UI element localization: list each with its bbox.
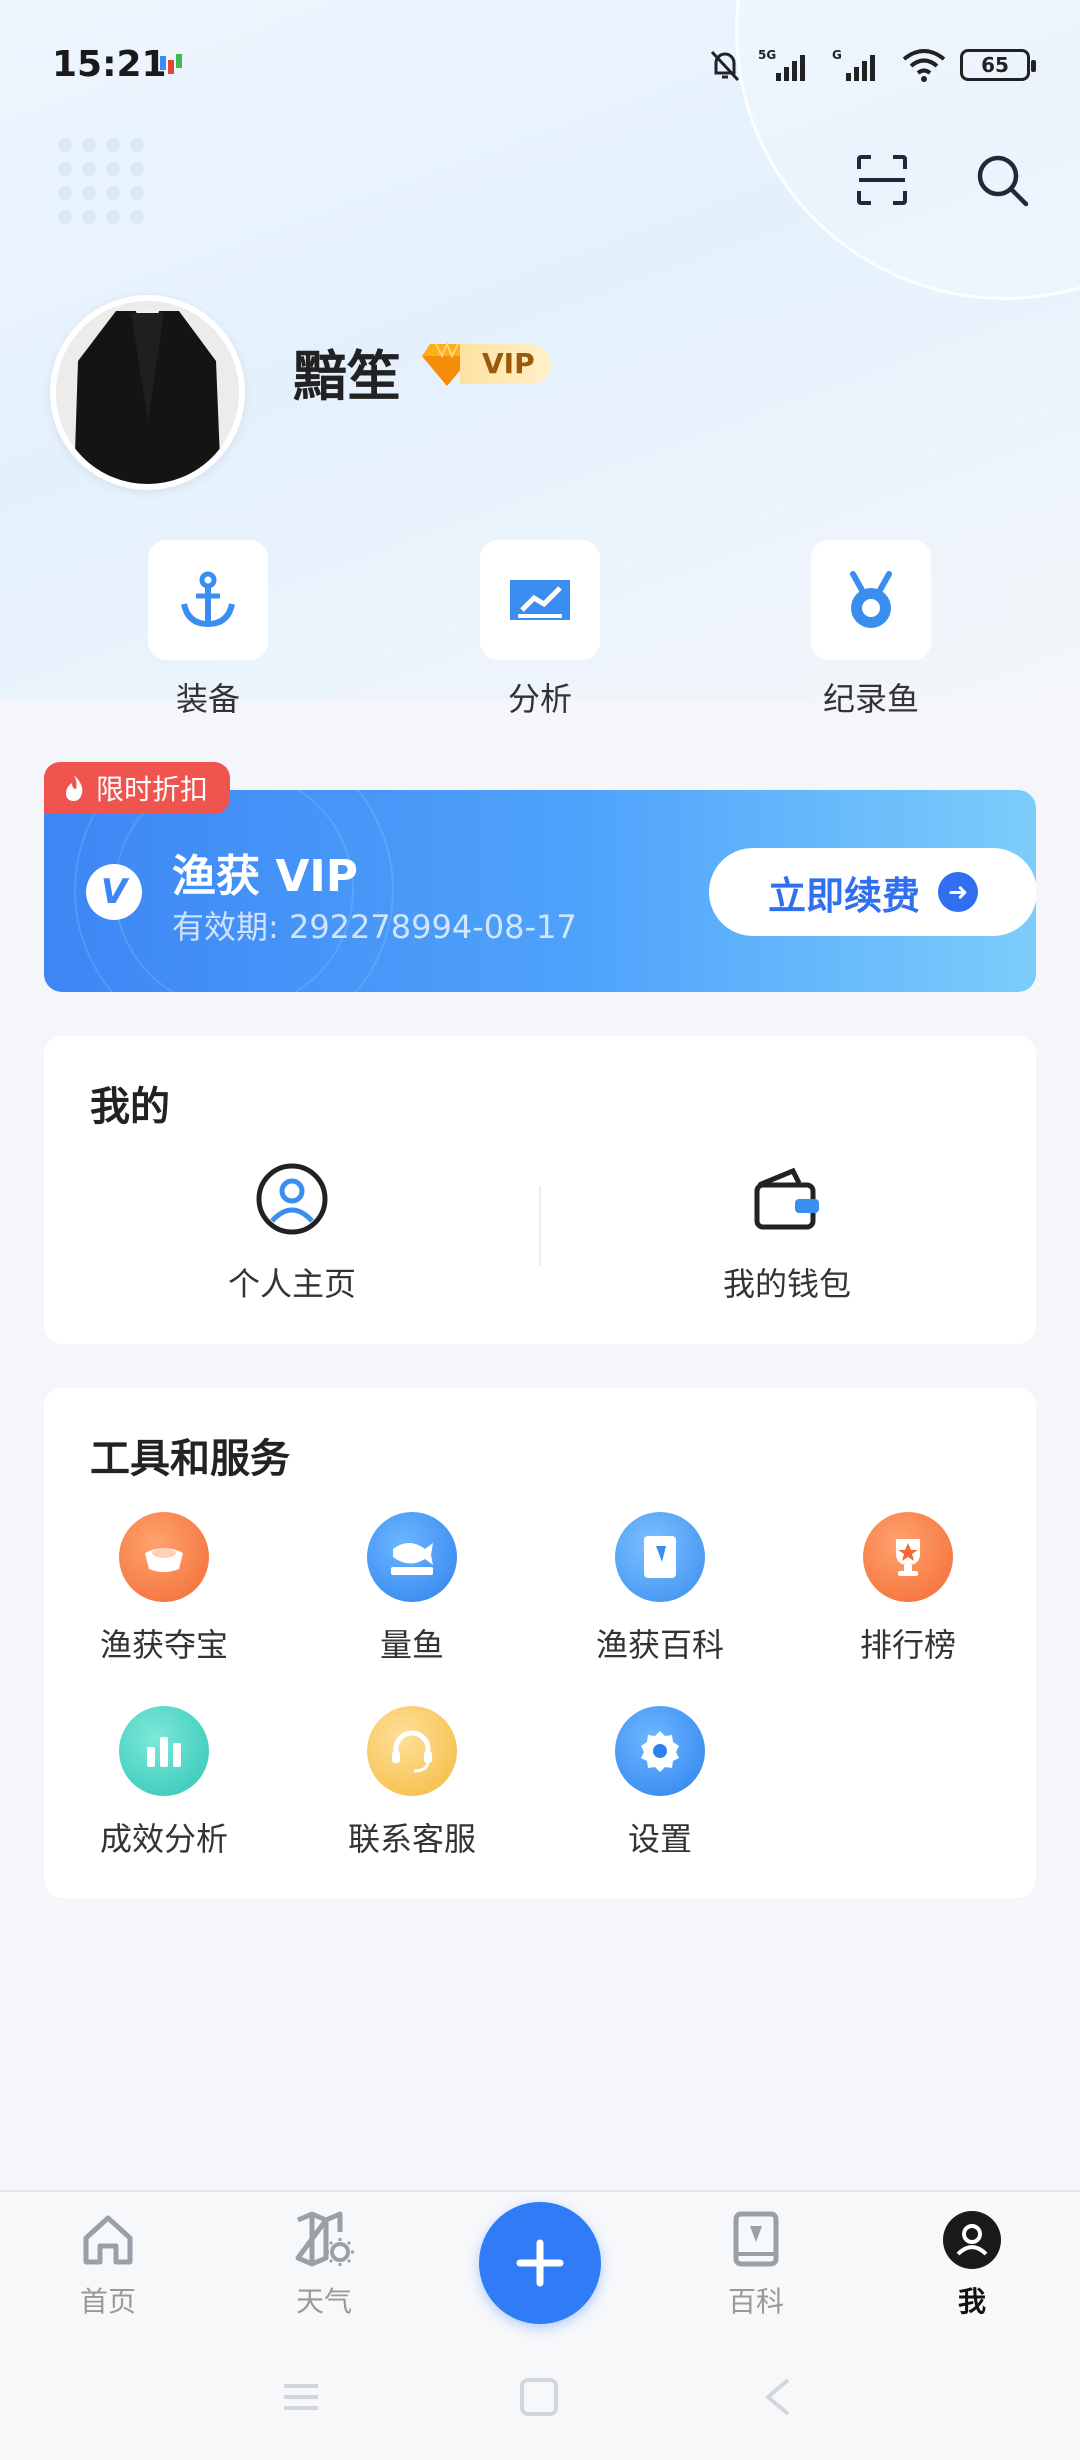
status-right: 5G G 65	[706, 46, 1036, 84]
discount-tag: 限时折扣	[44, 762, 231, 814]
flame-icon	[66, 775, 83, 801]
battery-indicator: 65	[960, 49, 1036, 81]
svg-text:G: G	[832, 48, 842, 62]
tab-weather[interactable]: 天气	[264, 2210, 384, 2320]
headset-icon	[367, 1706, 457, 1796]
mine-item-label: 我的钱包	[722, 1265, 851, 1303]
tool-encyclopedia[interactable]: 渔获百科	[540, 1512, 780, 1666]
tool-label: 联系客服	[347, 1820, 476, 1858]
profile-page-item[interactable]: 个人主页	[142, 1161, 442, 1305]
home-icon	[83, 2215, 133, 2265]
vip-expiry: 有效期: 292278994-08-17	[172, 908, 577, 946]
battery-level: 65	[981, 53, 1009, 77]
tool-label: 量鱼	[379, 1626, 444, 1664]
vip-badge-label: VIP	[460, 344, 551, 384]
vip-badge[interactable]: VIP	[420, 340, 551, 388]
encyclopedia-icon	[733, 2211, 779, 2267]
tab-label: 首页	[79, 2285, 136, 2318]
search-icon	[977, 155, 1029, 207]
trophy-icon	[863, 1512, 953, 1602]
tool-fish-ruler[interactable]: 量鱼	[292, 1512, 532, 1666]
quick-action-gear[interactable]: 装备	[133, 540, 283, 720]
app-notification-icon	[160, 54, 182, 74]
scan-button[interactable]	[852, 150, 912, 210]
tool-effect-analysis[interactable]: 成效分析	[44, 1706, 284, 1860]
user-icon	[256, 1163, 328, 1235]
vip-banner[interactable]: V 渔获 VIP 有效期: 292278994-08-17 立即续费 ➜	[44, 790, 1036, 992]
quick-actions: 装备 分析 纪录鱼	[0, 540, 1080, 720]
tool-customer-service[interactable]: 联系客服	[292, 1706, 532, 1860]
vip-logo-icon: V	[86, 864, 142, 920]
tool-label: 渔获百科	[595, 1626, 724, 1664]
tools-title: 工具和服务	[90, 1436, 290, 1482]
fish-ruler-icon	[367, 1512, 457, 1602]
gear-icon	[615, 1706, 705, 1796]
wallet-item[interactable]: 我的钱包	[637, 1161, 937, 1305]
tool-leaderboard[interactable]: 排行榜	[788, 1512, 1028, 1666]
avatar-image	[56, 301, 239, 484]
vip-title: 渔获 VIP	[172, 851, 358, 902]
svg-text:5G: 5G	[758, 48, 776, 62]
arrow-right-icon: ➜	[938, 872, 978, 912]
medal-icon	[850, 571, 892, 628]
tab-label: 我	[957, 2285, 986, 2318]
book-icon	[615, 1512, 705, 1602]
quick-action-label: 纪录鱼	[822, 680, 919, 718]
tab-label: 百科	[727, 2285, 784, 2318]
username: 黯笙	[293, 345, 401, 408]
quick-action-analysis[interactable]: 分析	[465, 540, 615, 720]
tab-me[interactable]: 我	[912, 2210, 1032, 2320]
wallet-icon	[754, 1167, 819, 1230]
mute-bell-icon	[710, 50, 740, 82]
status-bar: 15:21 5G G 65	[0, 0, 1080, 135]
bar-chart-icon	[119, 1706, 209, 1796]
tab-home[interactable]: 首页	[48, 2210, 168, 2320]
discount-tag-label: 限时折扣	[96, 773, 209, 806]
tool-label: 成效分析	[99, 1820, 228, 1858]
mine-title: 我的	[90, 1084, 170, 1130]
mine-card: 我的 个人主页 我的钱包	[44, 1036, 1036, 1344]
back-icon[interactable]	[758, 2376, 800, 2418]
tool-label: 设置	[627, 1820, 692, 1858]
renew-button-label: 立即续费	[767, 873, 920, 918]
system-navigation-bar	[0, 2340, 1080, 2460]
divider	[539, 1186, 541, 1266]
tab-encyclopedia[interactable]: 百科	[696, 2210, 816, 2320]
wifi-icon	[902, 49, 946, 82]
signal-5g-icon: 5G	[758, 48, 805, 81]
anchor-icon	[181, 571, 235, 628]
weather-map-icon	[295, 2211, 354, 2267]
tool-label: 排行榜	[859, 1626, 956, 1664]
add-button[interactable]	[479, 2202, 601, 2324]
chart-icon	[510, 580, 570, 620]
plus-icon	[516, 2239, 564, 2287]
signal-g-icon: G	[832, 48, 875, 81]
tab-label: 天气	[295, 2285, 352, 2318]
scan-icon	[857, 155, 907, 205]
search-button[interactable]	[972, 150, 1032, 210]
home-square-icon[interactable]	[518, 2376, 560, 2418]
quick-action-record-fish[interactable]: 纪录鱼	[796, 540, 946, 720]
tool-settings[interactable]: 设置	[540, 1706, 780, 1860]
tool-label: 渔获夺宝	[99, 1626, 228, 1664]
avatar[interactable]	[50, 295, 245, 490]
menu-icon[interactable]	[280, 2376, 322, 2418]
quick-action-label: 装备	[175, 680, 240, 718]
mine-item-label: 个人主页	[227, 1265, 356, 1303]
tool-treasure[interactable]: 渔获夺宝	[44, 1512, 284, 1666]
status-time: 15:21	[52, 44, 167, 85]
treasure-icon	[119, 1512, 209, 1602]
bottom-tab-bar: 首页 天气 百科 我	[0, 2190, 1080, 2340]
renew-button[interactable]: 立即续费 ➜	[709, 848, 1036, 936]
profile-icon	[943, 2211, 1001, 2269]
quick-action-label: 分析	[507, 680, 572, 718]
tools-card: 工具和服务 渔获夺宝 量鱼 渔获百科 排行榜 成效分析 联系客服 设置	[44, 1388, 1036, 1898]
decorative-dots	[58, 138, 148, 228]
